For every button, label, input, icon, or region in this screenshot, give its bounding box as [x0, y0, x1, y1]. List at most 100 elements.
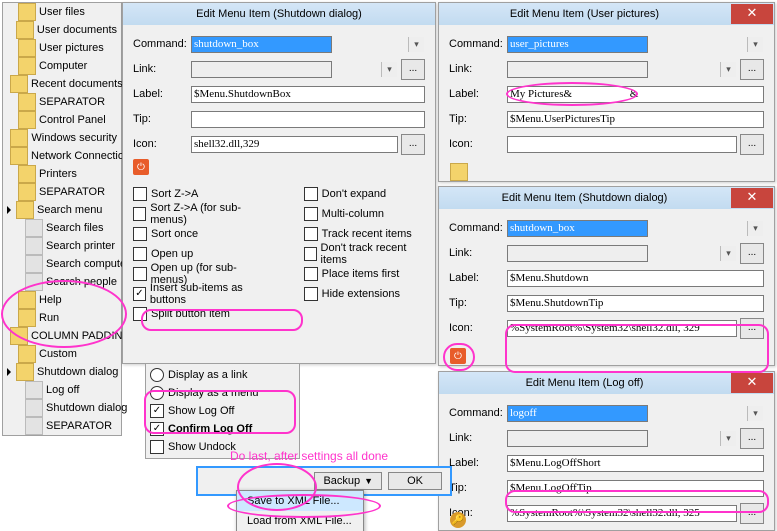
menu-item[interactable]: Load from XML File... [237, 511, 363, 531]
option-checkbox[interactable]: Sort Z->A (for sub-menus) [133, 205, 270, 223]
item-icon [16, 201, 34, 219]
tree-label: Run [39, 312, 59, 324]
chevron-down-icon[interactable]: ▾ [747, 37, 763, 52]
panel-checkbox[interactable]: ✓Show Log Off [150, 402, 295, 420]
tree-item[interactable]: Search menu [3, 201, 121, 219]
chevron-down-icon[interactable]: ▾ [408, 37, 424, 52]
option-checkbox[interactable]: Don't expand [304, 185, 425, 203]
tree-item[interactable]: Computer [3, 57, 121, 75]
menu-item[interactable]: Save to XML File... [237, 491, 363, 511]
tree-label: Custom [39, 348, 77, 360]
browse-button[interactable]: ... [401, 134, 425, 155]
chevron-down-icon[interactable]: ▾ [720, 431, 736, 446]
display-radio[interactable]: Display as a link [150, 366, 295, 384]
tree-item[interactable]: SEPARATOR [3, 93, 121, 111]
browse-button[interactable]: ... [740, 428, 764, 449]
command-input[interactable] [507, 405, 648, 422]
tree-item[interactable]: Printers [3, 165, 121, 183]
item-icon [25, 219, 43, 237]
item-icon [25, 273, 43, 291]
panel-checkbox[interactable]: ✓Confirm Log Off [150, 420, 295, 438]
icon-input[interactable] [507, 505, 737, 522]
browse-button[interactable]: ... [740, 134, 764, 155]
option-checkbox[interactable]: Split button item [133, 305, 270, 323]
option-checkbox[interactable]: Track recent items [304, 225, 425, 243]
link-input[interactable] [191, 61, 332, 78]
close-button[interactable]: ✕ [731, 188, 773, 208]
checkbox-label: Sort once [151, 228, 198, 240]
link-input[interactable] [507, 430, 648, 447]
tree-label: Windows security [31, 132, 117, 144]
backup-button[interactable]: Backup▼ [314, 472, 382, 490]
chevron-down-icon[interactable]: ▾ [720, 62, 736, 77]
browse-button[interactable]: ... [401, 59, 425, 80]
checkbox-label: Don't track recent items [321, 242, 425, 266]
tree-item[interactable]: Search computers [3, 255, 121, 273]
tree-item[interactable]: Recent documents [3, 75, 121, 93]
tree-item[interactable]: COLUMN PADDING [3, 327, 121, 345]
tree-label: Help [39, 294, 62, 306]
tree-item[interactable]: User documents [3, 21, 121, 39]
tip-input[interactable] [191, 111, 425, 128]
tree-item[interactable]: Control Panel [3, 111, 121, 129]
label-input[interactable] [507, 86, 764, 103]
ok-button[interactable]: OK [388, 472, 442, 490]
browse-button[interactable]: ... [740, 59, 764, 80]
tree-item[interactable]: Run [3, 309, 121, 327]
tree-label: User pictures [39, 42, 104, 54]
close-button[interactable]: ✕ [731, 373, 773, 393]
tree-item[interactable]: Search printer [3, 237, 121, 255]
icon-input[interactable] [191, 136, 398, 153]
chevron-down-icon[interactable]: ▾ [747, 406, 763, 421]
browse-button[interactable]: ... [740, 318, 764, 339]
option-checkbox[interactable]: Sort once [133, 225, 270, 243]
tree-label: Recent documents [31, 78, 123, 90]
close-button[interactable]: ✕ [731, 4, 773, 24]
chevron-down-icon[interactable]: ▾ [747, 221, 763, 236]
display-radio[interactable]: Display as a menu [150, 384, 295, 402]
icon-input[interactable] [507, 136, 737, 153]
logoff-icon: 🔑 [450, 512, 466, 528]
option-checkbox[interactable]: Open up (for sub-menus) [133, 265, 270, 283]
options-panel: Display as a linkDisplay as a menu✓Show … [145, 363, 300, 459]
option-checkbox[interactable]: Sort Z->A [133, 185, 270, 203]
tree-item[interactable]: Shutdown dialog [3, 399, 121, 417]
tree-item[interactable]: Shutdown dialog [3, 363, 121, 381]
tree-item[interactable]: Network Connections [3, 147, 121, 165]
tree-item[interactable]: SEPARATOR [3, 417, 121, 435]
link-input[interactable] [507, 245, 648, 262]
command-input[interactable] [507, 36, 648, 53]
tip-input[interactable] [507, 480, 764, 497]
option-checkbox[interactable]: Open up [133, 245, 270, 263]
browse-button[interactable]: ... [740, 243, 764, 264]
checkbox-label: Sort Z->A [151, 188, 198, 200]
tree-item[interactable]: Help [3, 291, 121, 309]
tree-item[interactable]: Log off [3, 381, 121, 399]
link-input[interactable] [507, 61, 648, 78]
command-input[interactable] [191, 36, 332, 53]
item-icon [18, 57, 36, 75]
tree-item[interactable]: Custom [3, 345, 121, 363]
chevron-down-icon[interactable]: ▾ [381, 62, 397, 77]
option-checkbox[interactable]: Don't track recent items [304, 245, 425, 263]
tip-input[interactable] [507, 111, 764, 128]
label-input[interactable] [507, 270, 764, 287]
dialog-shutdown1: Edit Menu Item (Shutdown dialog) Command… [122, 2, 436, 364]
label-input[interactable] [191, 86, 425, 103]
tree-item[interactable]: User files [3, 3, 121, 21]
browse-button[interactable]: ... [740, 503, 764, 524]
tree-item[interactable]: Search files [3, 219, 121, 237]
tip-input[interactable] [507, 295, 764, 312]
tree-item[interactable]: User pictures [3, 39, 121, 57]
option-checkbox[interactable]: Multi-column [304, 205, 425, 223]
option-checkbox[interactable]: Hide extensions [304, 285, 425, 303]
option-checkbox[interactable]: Place items first [304, 265, 425, 283]
command-input[interactable] [507, 220, 648, 237]
tree-item[interactable]: SEPARATOR [3, 183, 121, 201]
chevron-down-icon[interactable]: ▾ [720, 246, 736, 261]
label-input[interactable] [507, 455, 764, 472]
option-checkbox[interactable]: ✓Insert sub-items as buttons [133, 285, 270, 303]
tree-item[interactable]: Search people [3, 273, 121, 291]
tree-item[interactable]: Windows security [3, 129, 121, 147]
icon-input[interactable] [507, 320, 737, 337]
